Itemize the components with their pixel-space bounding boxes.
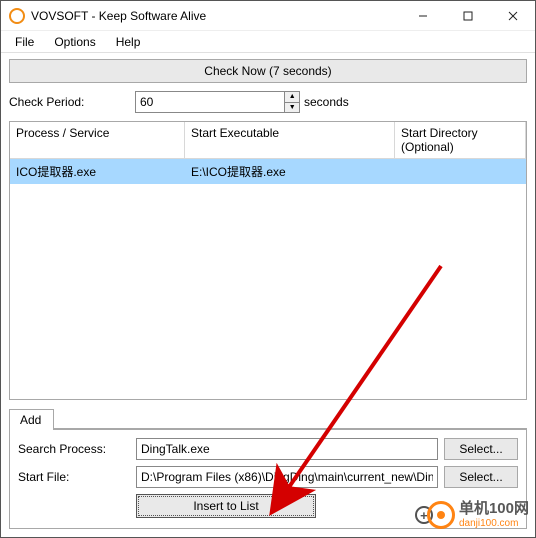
check-period-spinner[interactable]: ▲ ▼ xyxy=(135,91,300,113)
search-process-label: Search Process: xyxy=(18,442,130,456)
cell-directory xyxy=(395,159,526,184)
menu-file[interactable]: File xyxy=(5,33,44,51)
spinner-down-icon[interactable]: ▼ xyxy=(285,103,299,113)
select-file-button[interactable]: Select... xyxy=(444,466,518,488)
maximize-button[interactable] xyxy=(445,1,490,31)
table-body: ICO提取器.exe E:\ICO提取器.exe xyxy=(10,159,526,399)
search-process-input[interactable] xyxy=(136,438,438,460)
check-now-button[interactable]: Check Now (7 seconds) xyxy=(9,59,527,83)
cell-executable: E:\ICO提取器.exe xyxy=(185,159,395,184)
app-icon xyxy=(9,8,25,24)
col-process-header[interactable]: Process / Service xyxy=(10,122,185,158)
col-executable-header[interactable]: Start Executable xyxy=(185,122,395,158)
check-period-unit: seconds xyxy=(304,95,349,109)
col-directory-header[interactable]: Start Directory (Optional) xyxy=(395,122,526,158)
cell-process: ICO提取器.exe xyxy=(10,159,185,184)
minimize-button[interactable] xyxy=(400,1,445,31)
start-file-label: Start File: xyxy=(18,470,130,484)
check-period-label: Check Period: xyxy=(9,95,131,109)
insert-to-list-button[interactable]: Insert to List xyxy=(136,494,316,518)
menu-options[interactable]: Options xyxy=(44,33,105,51)
select-process-button[interactable]: Select... xyxy=(444,438,518,460)
menubar: File Options Help xyxy=(1,31,535,53)
titlebar: VOVSOFT - Keep Software Alive xyxy=(1,1,535,31)
close-button[interactable] xyxy=(490,1,535,31)
table-row[interactable]: ICO提取器.exe E:\ICO提取器.exe xyxy=(10,159,526,184)
menu-help[interactable]: Help xyxy=(106,33,151,51)
start-file-input[interactable] xyxy=(136,466,438,488)
window-title: VOVSOFT - Keep Software Alive xyxy=(31,9,206,23)
app-window: VOVSOFT - Keep Software Alive File Optio… xyxy=(0,0,536,538)
add-panel: Search Process: Select... Start File: Se… xyxy=(9,429,527,529)
check-period-input[interactable] xyxy=(136,92,284,112)
table-header: Process / Service Start Executable Start… xyxy=(10,122,526,159)
spinner-up-icon[interactable]: ▲ xyxy=(285,92,299,103)
tab-add[interactable]: Add xyxy=(9,409,54,430)
process-table: Process / Service Start Executable Start… xyxy=(9,121,527,400)
